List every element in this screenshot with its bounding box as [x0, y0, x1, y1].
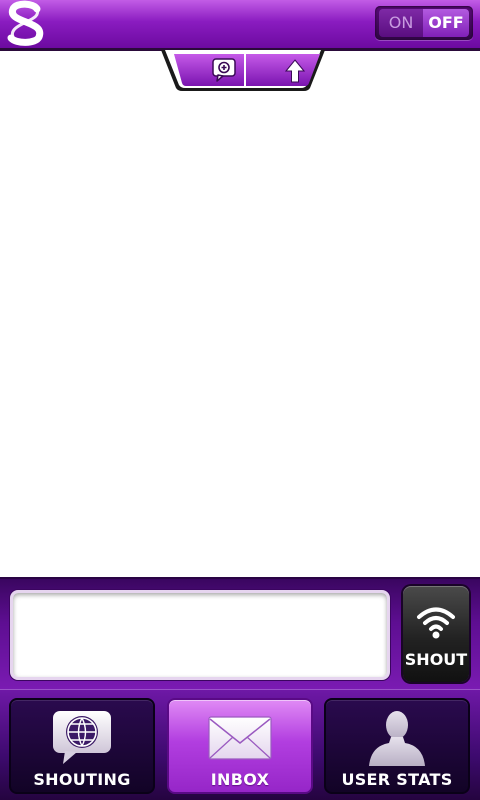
shout-composer: SHOUT — [0, 577, 480, 689]
nav-shouting-label: SHOUTING — [33, 770, 131, 789]
toggle-on-option[interactable]: ON — [379, 9, 423, 37]
nav-user-stats-icon-wrap — [326, 708, 468, 766]
nav-inbox-icon-wrap — [169, 708, 311, 766]
shout-button-label: SHOUT — [404, 650, 468, 669]
nav-user-stats-button[interactable]: USER STATS — [324, 698, 470, 794]
wifi-signal-icon — [417, 607, 455, 639]
inbox-content-area — [0, 95, 480, 577]
envelope-icon — [208, 716, 272, 760]
compose-tab-button[interactable] — [174, 54, 244, 86]
top-bar: ON OFF — [0, 0, 480, 48]
nav-shouting-icon-wrap — [11, 708, 153, 766]
speech-bubble-plus-icon — [212, 58, 236, 82]
up-arrow-icon — [285, 59, 305, 83]
s-logo-icon — [7, 0, 44, 46]
toggle-off-option[interactable]: OFF — [423, 9, 469, 37]
nav-inbox-label: INBOX — [210, 770, 270, 789]
app-screen: ON OFF SHOUT SHOUTING INBOX USER STATS — [0, 0, 480, 800]
nav-user-stats-label: USER STATS — [341, 770, 453, 789]
bottom-navigation: SHOUTING INBOX USER STATS — [0, 689, 480, 800]
status-toggle[interactable]: ON OFF — [375, 6, 473, 40]
globe-speech-bubble-icon — [53, 711, 111, 764]
upload-tab-button[interactable] — [246, 54, 320, 86]
nav-inbox-button[interactable]: INBOX — [167, 698, 313, 794]
nav-shouting-button[interactable]: SHOUTING — [9, 698, 155, 794]
shout-button[interactable]: SHOUT — [403, 586, 469, 682]
user-silhouette-icon — [369, 711, 425, 766]
upload-tab-shape — [246, 54, 320, 86]
action-tab — [160, 50, 326, 92]
shout-text-input[interactable] — [10, 590, 390, 680]
